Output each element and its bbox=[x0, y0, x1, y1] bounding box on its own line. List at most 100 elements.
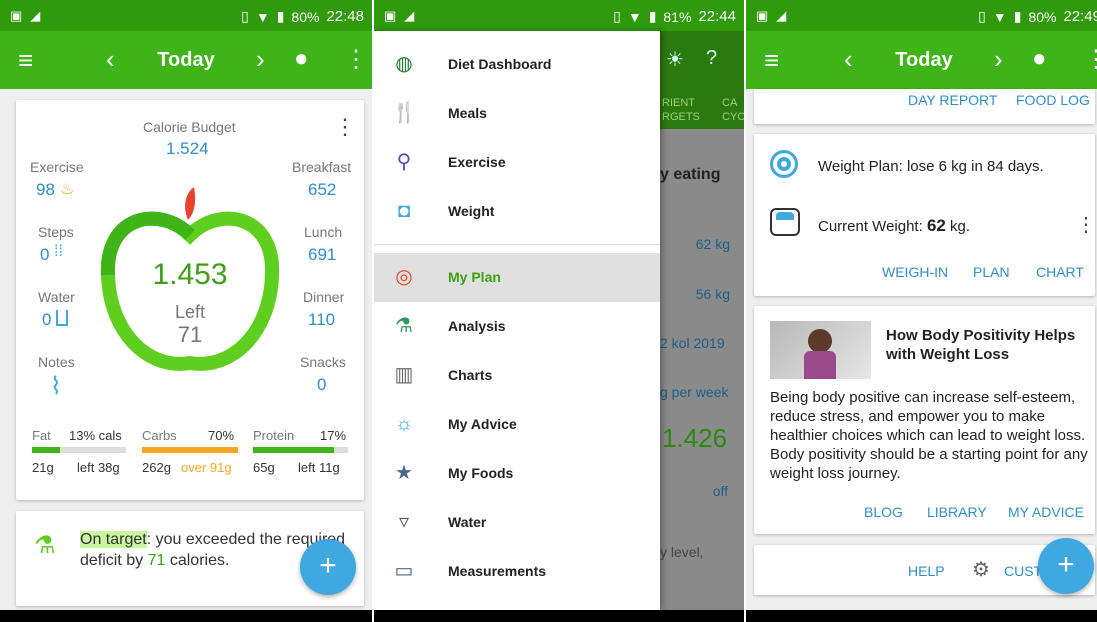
drawer-item-charts[interactable]: ▥ Charts bbox=[374, 351, 660, 400]
bg-level: y level, bbox=[660, 544, 704, 560]
lightbulb-icon: ☼ bbox=[394, 413, 414, 435]
nav-bar bbox=[0, 610, 372, 622]
drawer-item-label: Water bbox=[448, 514, 487, 530]
drawer-item-diet-dashboard[interactable]: ◍ Diet Dashboard bbox=[374, 40, 660, 89]
drawer-item-label: Meals bbox=[448, 105, 487, 121]
battery-level: 81% bbox=[663, 8, 692, 25]
nav-drawer: ◍ Diet Dashboard 🍴 Meals ⚲ Exercise ◘ Weight ◎ My… bbox=[374, 31, 660, 610]
drawer-item-label: Exercise bbox=[448, 154, 506, 170]
protein-left: left 11g bbox=[298, 460, 340, 475]
exercise-label: Exercise bbox=[30, 159, 84, 175]
protein-label: Protein bbox=[253, 428, 295, 443]
weight-more-icon[interactable]: ⋮ bbox=[1076, 212, 1096, 237]
tip-line2a: deficit by bbox=[80, 552, 148, 569]
protein-grams: 65g bbox=[253, 460, 275, 475]
drawer-item-exercise[interactable]: ⚲ Exercise bbox=[374, 138, 660, 187]
bg-tab1: RIENT bbox=[662, 97, 695, 109]
fruit-icon[interactable]: ● bbox=[294, 45, 309, 73]
drawer-item-label: My Plan bbox=[448, 269, 501, 285]
tip-highlight: On target bbox=[80, 531, 147, 548]
app-bar: ≡ ‹ Today › ● ⋮ bbox=[0, 31, 372, 89]
current-weight: Current Weight: 62 kg. bbox=[818, 216, 970, 236]
drawer-item-my-plan[interactable]: ◎ My Plan bbox=[374, 253, 660, 302]
bg-tab2b: CYC bbox=[722, 111, 744, 123]
drawer-item-label: Measurements bbox=[448, 563, 547, 579]
drawer-item-weight[interactable]: ◘ Weight bbox=[374, 187, 660, 236]
next-day-icon[interactable]: › bbox=[994, 44, 1003, 75]
status-bar: ▣ ◢ ▯ ▼ ▮ 80% 22:49 bbox=[746, 0, 1097, 31]
current-weight-value: 62 bbox=[926, 216, 946, 235]
star-icon: ★ bbox=[395, 462, 413, 484]
blog-button[interactable]: BLOG bbox=[864, 504, 903, 520]
card-more-icon[interactable]: ⋮ bbox=[334, 114, 356, 140]
plan-button[interactable]: PLAN bbox=[973, 264, 1010, 280]
signal-icon: ◢ bbox=[30, 8, 41, 23]
bg-off: off bbox=[712, 483, 728, 499]
add-fab[interactable]: + bbox=[300, 539, 356, 595]
bg-value1: 62 kg bbox=[695, 236, 730, 252]
library-button[interactable]: LIBRARY bbox=[927, 504, 987, 520]
clock: 22:49 bbox=[1063, 8, 1097, 25]
calories-left-value: 1.453 bbox=[152, 258, 228, 291]
gallery-icon: ▣ bbox=[756, 8, 769, 23]
drawer-screen: ▣ ◢ ▯ ▼ ▮ 81% 22:44 ☀ ? RIENT RGETS CA CYC y … bbox=[374, 0, 744, 622]
battery-level: 80% bbox=[1028, 8, 1057, 25]
snacks-label: Snacks bbox=[300, 354, 346, 370]
carbs-label: Carbs bbox=[142, 428, 177, 443]
bg-tabs: RIENT RGETS CA CYC bbox=[660, 89, 744, 129]
tip-number: 71 bbox=[147, 552, 166, 569]
article-body: Being body positive can increase self-es… bbox=[770, 389, 1088, 482]
tape-icon: ▭ bbox=[394, 560, 414, 582]
weigh-in-button[interactable]: WEIGH-IN bbox=[882, 264, 948, 280]
current-weight-label: Current Weight: bbox=[818, 218, 927, 235]
bg-lightbulb-icon: ☀ bbox=[666, 49, 684, 71]
calorie-card: Calorie Budget 1.524 ⋮ Exercise 98 ♨ Ste… bbox=[16, 100, 364, 500]
day-report-link[interactable]: DAY REPORT bbox=[908, 92, 997, 108]
food-log-link[interactable]: FOOD LOG bbox=[1016, 92, 1090, 108]
child-figure bbox=[808, 329, 832, 353]
fruit-icon[interactable]: ● bbox=[1032, 45, 1047, 73]
clock: 22:48 bbox=[326, 8, 364, 25]
add-fab[interactable]: + bbox=[1038, 538, 1094, 594]
bike-icon: ⚲ bbox=[396, 151, 412, 173]
links-card: DAY REPORT FOOD LOG bbox=[754, 89, 1095, 124]
more-options-icon[interactable]: ⋮ bbox=[344, 45, 368, 74]
drawer-item-water[interactable]: ▿ Water bbox=[374, 498, 660, 547]
drawer-item-measurements[interactable]: ▭ Measurements bbox=[374, 547, 660, 596]
drawer-item-my-foods[interactable]: ★ My Foods bbox=[374, 449, 660, 498]
chart-button[interactable]: CHART bbox=[1036, 264, 1084, 280]
article-title[interactable]: How Body Positivity Helps with Weight Lo… bbox=[886, 326, 1086, 364]
help-button[interactable]: HELP bbox=[908, 563, 945, 579]
drawer-item-my-advice[interactable]: ☼ My Advice bbox=[374, 400, 660, 449]
drawer-item-label: My Foods bbox=[448, 465, 514, 481]
paperclip-icon[interactable]: ⌇ bbox=[50, 372, 62, 401]
fork-knife-icon: 🍴 bbox=[392, 102, 417, 124]
customize-button[interactable]: CUST bbox=[1004, 563, 1042, 579]
bg-value2: 56 kg bbox=[695, 286, 730, 302]
my-advice-button[interactable]: MY ADVICE bbox=[1008, 504, 1084, 520]
nav-bar bbox=[746, 610, 1097, 622]
article-card: How Body Positivity Helps with Weight Lo… bbox=[754, 306, 1095, 534]
battery-icon: ▮ bbox=[1013, 8, 1022, 24]
carbs-grams: 262g bbox=[142, 460, 171, 475]
dashboard-icon: ◍ bbox=[395, 53, 413, 75]
gear-icon: ⚙ bbox=[972, 559, 990, 581]
drawer-item-meals[interactable]: 🍴 Meals bbox=[374, 89, 660, 138]
snacks-value[interactable]: 0 bbox=[317, 375, 326, 395]
bg-heading: y eating bbox=[660, 166, 721, 183]
battery-icon: ▮ bbox=[648, 8, 657, 24]
exercise-value[interactable]: 98 bbox=[36, 180, 55, 200]
signal-icon: ◢ bbox=[776, 8, 787, 23]
clock: 22:44 bbox=[698, 8, 736, 25]
apple-leaf-icon bbox=[185, 187, 196, 220]
gallery-icon: ▣ bbox=[384, 8, 397, 23]
article-image[interactable] bbox=[770, 321, 871, 379]
more-options-icon[interactable]: ⋮ bbox=[1084, 45, 1097, 74]
breakfast-value[interactable]: 652 bbox=[308, 180, 336, 200]
bg-tab1b: RGETS bbox=[662, 111, 700, 123]
glass-icon: ▿ bbox=[398, 511, 410, 533]
bg-help-icon: ? bbox=[706, 47, 718, 69]
next-day-icon[interactable]: › bbox=[256, 44, 265, 75]
drawer-item-analysis[interactable]: ⚗ Analysis bbox=[374, 302, 660, 351]
weight-plan-card: Weight Plan: lose 6 kg in 84 days. Curre… bbox=[754, 134, 1096, 296]
